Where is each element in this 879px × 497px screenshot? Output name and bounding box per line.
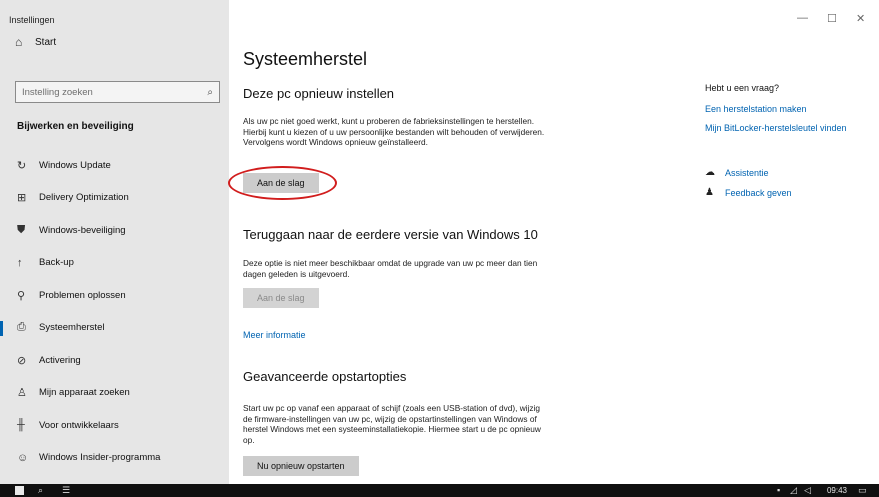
feedback-icon: ♟ — [705, 187, 714, 198]
get-help-label: Assistentie — [725, 167, 769, 178]
highlight-ring-annotation — [228, 166, 337, 200]
delivery-optimization-icon: ⊞ — [17, 192, 27, 205]
wrench-icon: ⚲ — [17, 289, 26, 302]
refresh-icon: ↻ — [17, 159, 27, 172]
sidebar-nav: ↻ Windows Update ⊞ Delivery Optimization… — [0, 149, 229, 474]
app-title: Instellingen — [9, 15, 55, 25]
goback-heading: Teruggaan naar de eerdere versie van Win… — [243, 227, 538, 242]
sidebar-item-for-developers[interactable]: ╫ Voor ontwikkelaars — [0, 409, 229, 442]
sidebar-item-label: Windows Insider-programma — [39, 452, 161, 464]
sidebar-item-label: Windows-beveiliging — [39, 224, 126, 236]
sidebar-item-find-my-device[interactable]: ♙ Mijn apparaat zoeken — [0, 377, 229, 410]
advanced-startup-heading: Geavanceerde opstartopties — [243, 369, 407, 384]
clock[interactable]: 09:43 — [827, 486, 847, 495]
get-help-link[interactable]: ☁ Assistentie — [705, 167, 769, 178]
insider-icon: ☺ — [17, 451, 29, 464]
home-icon: ⌂ — [15, 35, 23, 49]
sidebar-item-label: Problemen oplossen — [39, 289, 126, 301]
sidebar-item-label: Windows Update — [39, 159, 111, 171]
minimize-button[interactable]: — — [797, 12, 808, 24]
sidebar-item-windows-insider[interactable]: ☺ Windows Insider-programma — [0, 442, 229, 475]
sidebar: Instellingen ⌂ Start Instelling zoeken ⌕… — [0, 0, 229, 484]
taskbar: ⌕ ☰ ▪ ◿ ◁ 09:43 ▭ — [0, 484, 879, 497]
search-icon[interactable]: ⌕ — [207, 87, 213, 98]
backup-icon: ↑ — [17, 256, 23, 269]
volume-icon[interactable]: ◁ — [804, 485, 811, 496]
sidebar-item-label: Delivery Optimization — [39, 192, 129, 204]
create-recovery-drive-link[interactable]: Een herstelstation maken — [705, 104, 807, 114]
advanced-startup-description: Start uw pc op vanaf een apparaat of sch… — [243, 403, 541, 445]
start-button[interactable] — [15, 486, 24, 495]
settings-search-input[interactable]: Instelling zoeken ⌕ — [15, 81, 220, 103]
give-feedback-label: Feedback geven — [725, 187, 792, 198]
sidebar-section-title: Bijwerken en beveiliging — [17, 121, 134, 132]
sidebar-item-windows-security[interactable]: ⛊ Windows-beveiliging — [0, 214, 229, 247]
close-button[interactable]: ✕ — [856, 12, 865, 25]
search-placeholder: Instelling zoeken — [22, 86, 93, 98]
sidebar-item-label: Voor ontwikkelaars — [39, 419, 119, 431]
sidebar-item-recovery[interactable]: ⎙ Systeemherstel — [0, 312, 229, 345]
sidebar-item-troubleshoot[interactable]: ⚲ Problemen oplossen — [0, 279, 229, 312]
wifi-icon[interactable]: ◿ — [790, 485, 797, 496]
sidebar-item-label: Back-up — [39, 257, 74, 269]
network-icon[interactable]: ▪ — [777, 485, 780, 496]
task-view-icon[interactable]: ☰ — [62, 485, 70, 496]
find-device-icon: ♙ — [17, 387, 27, 400]
find-bitlocker-key-link[interactable]: Mijn BitLocker-herstelsleutel vinden — [705, 123, 847, 133]
notification-icon[interactable]: ▭ — [858, 485, 867, 496]
restart-now-button[interactable]: Nu opnieuw opstarten — [243, 456, 359, 476]
more-info-link[interactable]: Meer informatie — [243, 330, 306, 340]
page-title: Systeemherstel — [243, 49, 368, 69]
sidebar-item-delivery-optimization[interactable]: ⊞ Delivery Optimization — [0, 182, 229, 215]
sidebar-item-label: Activering — [39, 354, 81, 366]
chat-help-icon: ☁ — [705, 167, 715, 178]
reset-description: Als uw pc niet goed werkt, kunt u prober… — [243, 116, 545, 147]
give-feedback-link[interactable]: ♟ Feedback geven — [705, 187, 792, 198]
reset-heading: Deze pc opnieuw instellen — [243, 86, 395, 101]
nav-home[interactable]: ⌂ Start — [0, 27, 229, 57]
sidebar-item-activation[interactable]: ⊘ Activering — [0, 344, 229, 377]
sidebar-item-label: Mijn apparaat zoeken — [39, 387, 130, 399]
sidebar-item-backup[interactable]: ↑ Back-up — [0, 247, 229, 280]
goback-start-button: Aan de slag — [243, 288, 319, 308]
developer-icon: ╫ — [17, 419, 25, 432]
sidebar-item-windows-update[interactable]: ↻ Windows Update — [0, 149, 229, 182]
maximize-button[interactable]: ☐ — [827, 12, 837, 25]
activation-icon: ⊘ — [17, 354, 27, 367]
search-icon[interactable]: ⌕ — [38, 485, 43, 496]
nav-home-label: Start — [35, 36, 57, 48]
recovery-icon: ⎙ — [17, 321, 26, 334]
aside-title: Hebt u een vraag? — [705, 83, 780, 93]
goback-description: Deze optie is niet meer beschikbaar omda… — [243, 258, 538, 279]
shield-icon: ⛊ — [17, 223, 26, 236]
sidebar-item-label: Systeemherstel — [39, 322, 105, 334]
